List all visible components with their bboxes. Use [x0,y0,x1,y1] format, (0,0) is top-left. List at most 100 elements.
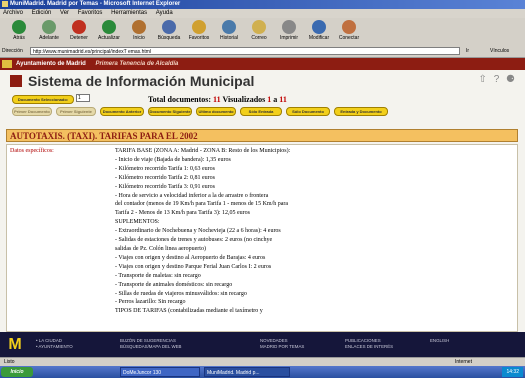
page-title: Sistema de Información Municipal [28,73,255,89]
toolbar-forward-arrow-button[interactable]: Adelante [36,20,62,41]
task-browser[interactable]: MuniMadrid. Madrid p... [204,367,290,377]
document-info-row: Documento Seleccionado: 1 Total document… [0,92,525,105]
record-line: - Perros lazarillo: Sin recargo [115,299,186,306]
footer-link[interactable]: ENLACES DE INTERÉS [345,344,393,350]
toolbar-refresh-button[interactable]: Actualizar [96,20,122,41]
nav-button-4[interactable]: Ultimo documento [196,107,236,116]
toolbar-stop-button[interactable]: Detener [66,20,92,41]
nav-button-0[interactable]: Primer Documento [12,107,52,116]
menu-favoritos[interactable]: Favoritos [78,10,103,16]
visual-to: 11 [279,95,287,104]
forward-arrow-icon [42,20,56,34]
record-line: - Transporte de animales domésticos: sin… [115,281,233,288]
record-line: - Sillas de ruedas de viajeros minusváli… [115,290,247,297]
content-area: Datos específicos: TARIFA BASE (ZONA A: … [0,117,525,332]
nav-button-3[interactable]: Documento Siguiente [148,107,192,116]
header-tool-icons[interactable]: ⇧ ? ⚈ [479,74,517,85]
footer-link[interactable]: • AYUNTAMIENTO [36,344,73,350]
footer-link[interactable]: MADRID POR TEMAS [260,344,304,350]
footer-link-group[interactable]: BUZÓN DE SUGERENCIAS BÚSQUEDAS/MAPA DEL W… [120,338,181,350]
record-line: - Hora de servicio a velocidad inferior … [115,192,269,199]
site-banner: Ayuntamiento de Madrid Primera Tenencia … [0,58,525,70]
edit-icon [312,20,326,34]
footer-link-group[interactable]: NOVEDADES MADRID POR TEMAS [260,338,304,350]
footer-link-group[interactable]: ENGLISH [430,338,449,344]
record-line: - Kilómetro recorrido Tarifa 3: 0,91 eur… [115,183,215,190]
menu-herramientas[interactable]: Herramientas [111,10,147,16]
madrid-crest-icon [2,60,12,68]
total-count: 11 [213,95,221,104]
record-line: TIPOS DE TARIFAS (contabilizadas mediant… [115,308,263,315]
menu-ayuda[interactable]: Ayuda [156,10,173,16]
toolbar-edit-button[interactable]: Modificar [306,20,332,41]
ie-icon [2,1,8,7]
munimadrid-logo-icon: M [8,336,22,353]
toolbar-label: Correo [251,35,267,41]
footer-link-group[interactable]: • LA CIUDAD • AYUNTAMIENTO [36,338,73,350]
banner-ayuntamiento[interactable]: Ayuntamiento de Madrid [16,61,86,67]
toolbar-back-arrow-button[interactable]: Atrás [6,20,32,41]
selected-document-button[interactable]: Documento Seleccionado: [12,95,74,104]
record-panel: Datos específicos: TARIFA BASE (ZONA A: … [6,144,518,332]
record-line: SUPLEMENTOS: [115,219,160,226]
toolbar-label: Actualizar [98,35,120,41]
back-arrow-icon [12,20,26,34]
favorites-icon [192,20,206,34]
record-line: del contador (menos de 19 Km/h para Tari… [115,201,289,208]
datos-label: Datos específicos: [10,148,54,154]
toolbar-connect-button[interactable]: Conectar [336,20,362,41]
toolbar-label: Modificar [308,35,330,41]
links-button[interactable]: Vínculos [490,48,509,54]
go-button[interactable]: Ir [466,48,469,54]
nav-button-1[interactable]: Primer Siguiente [56,107,96,116]
nav-button-5[interactable]: Sólo Entrada [240,107,282,116]
window-title: MuniMadrid. Madrid por Temas - Microsoft… [10,1,181,7]
record-lines: TARIFA BASE (ZONA A: Madrid - ZONA B: Re… [115,147,290,316]
print-icon [282,20,296,34]
toolbar-label: Favoritos [188,35,210,41]
toolbar-mail-button[interactable]: Correo [246,20,272,41]
menu-ver[interactable]: Ver [60,10,69,16]
record-line: - Inicio de viaje (Bajada de bandera): 1… [115,156,231,163]
toolbar-print-button[interactable]: Imprimir [276,20,302,41]
address-bar: Dirección http://www.munimadrid.es/princ… [0,46,525,58]
address-input[interactable]: http://www.munimadrid.es/principal/index… [30,47,460,55]
record-line: - Kilómetro recorrido Tarifa 2: 0,81 eur… [115,174,215,181]
menu-edicion[interactable]: Edición [32,10,52,16]
toolbar-history-button[interactable]: Historial [216,20,242,41]
menu-archivo[interactable]: Archivo [3,10,23,16]
task-doc[interactable]: DoMeJuncor 130 [120,367,200,377]
toolbar-favorites-button[interactable]: Favoritos [186,20,212,41]
record-line: - Extraordinario de Nochebuena y Nochevi… [115,228,281,235]
record-line: - Viajes con origen y destino al Aeropue… [115,254,266,261]
document-number-input[interactable]: 1 [76,94,90,102]
toolbar-label: Adelante [39,35,59,41]
history-icon [222,20,236,34]
status-text: Listo [4,359,15,365]
visualizados-label: Visualizados [222,95,266,104]
menu-bar: Archivo Edición Ver Favoritos Herramient… [0,9,525,18]
toolbar-label: Búsqueda [157,35,181,41]
totals-label: Total documentos: [148,95,212,104]
footer-link[interactable]: ENGLISH [430,338,449,344]
toolbar-search-button[interactable]: Búsqueda [156,20,182,41]
record-line: - Kilómetro recorrido Tarifa 1: 0,63 eur… [115,165,215,172]
toolbar-home-button[interactable]: Inicio [126,20,152,41]
toolbar-label: Detener [70,35,88,41]
banner-tenencia: Primera Tenencia de Alcaldía [95,61,179,67]
nav-button-6[interactable]: Sólo Documento [286,107,330,116]
record-line: salidas de Pz. Colón linea aeropuerto) [115,245,206,252]
nav-button-7[interactable]: Entrada y Documento [334,107,388,116]
refresh-icon [102,20,116,34]
nav-button-2[interactable]: Documento Anterior [100,107,144,116]
record-line: - Salidas de estaciones de trenes y auto… [115,237,273,244]
footer-link[interactable]: BÚSQUEDAS/MAPA DEL WEB [120,344,181,350]
footer-link-group[interactable]: PUBLICACIONES ENLACES DE INTERÉS [345,338,393,350]
stop-icon [72,20,86,34]
start-button[interactable]: Inicio [1,367,33,377]
browser-toolbar: Atrás Adelante Detener Actualizar Inicio Búsq… [0,18,525,47]
toolbar-label: Inicio [133,35,145,41]
toolbar-label: Historial [219,35,239,41]
toolbar-label: Conectar [338,35,360,41]
record-line: - Transporte de maletas: sin recargo [115,272,201,279]
